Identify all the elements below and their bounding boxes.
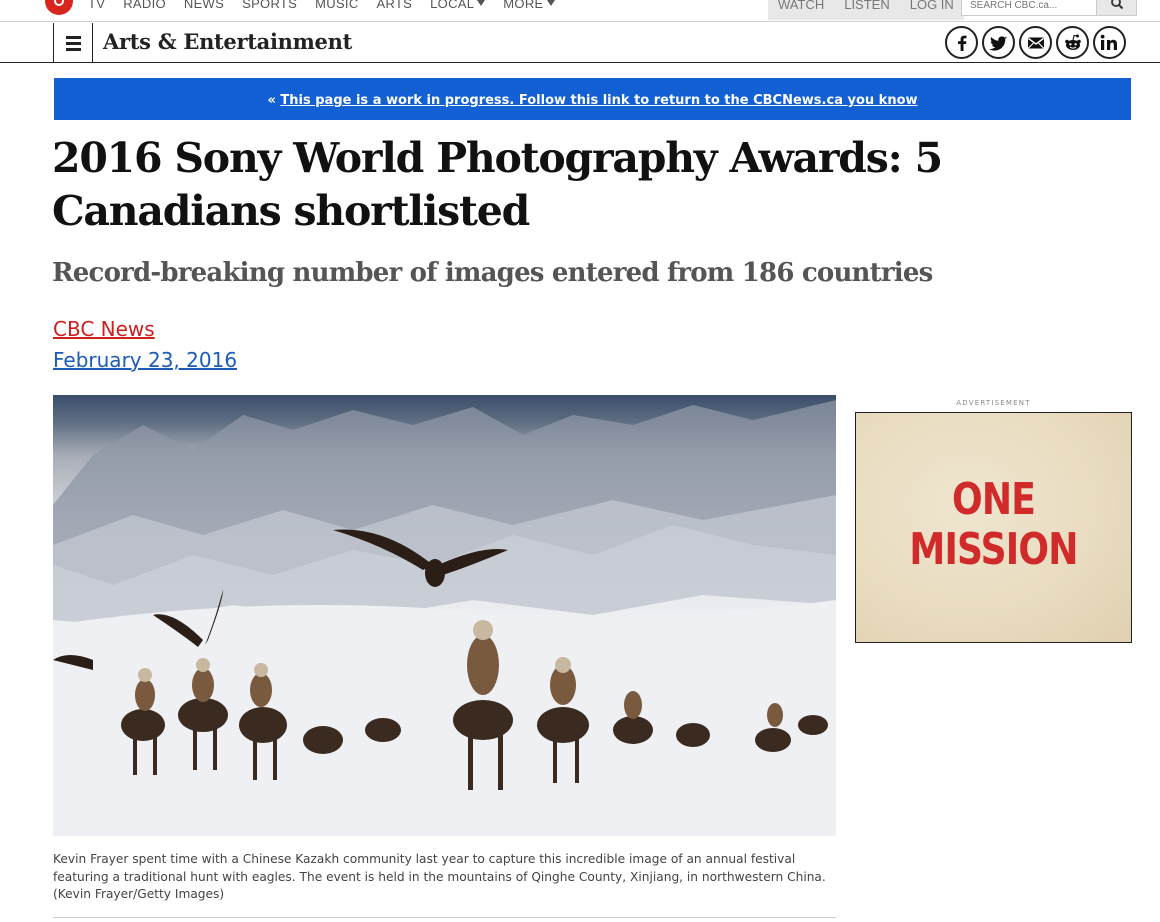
- photo-caption: Kevin Frayer spent time with a Chinese K…: [53, 852, 826, 901]
- social-share: [945, 26, 1126, 59]
- eagle-hunt-photo: [53, 400, 836, 836]
- search-input[interactable]: [962, 0, 1098, 15]
- work-in-progress-banner: « This page is a work in progress. Follo…: [54, 78, 1131, 120]
- linkedin-icon: [1100, 34, 1117, 50]
- facebook-share-button[interactable]: [945, 26, 978, 59]
- top-nav: TV RADIO NEWS SPORTS MUSIC ARTS LOCAL MO…: [0, 0, 1160, 22]
- content-divider: [53, 917, 836, 918]
- utility-nav: WATCH LISTEN LOG IN: [768, 0, 964, 20]
- nav-more[interactable]: MORE: [503, 0, 555, 11]
- chevron-down-icon: [477, 0, 486, 6]
- nav-sports[interactable]: SPORTS: [242, 0, 297, 11]
- nav-music[interactable]: MUSIC: [315, 0, 358, 11]
- menu-button[interactable]: [53, 23, 93, 63]
- ad-headline: ONE MISSION: [881, 475, 1107, 575]
- watch-link[interactable]: WATCH: [768, 0, 834, 20]
- menu-icon: [66, 42, 81, 45]
- linkedin-share-button[interactable]: [1093, 26, 1126, 59]
- article-date[interactable]: February 23, 2016: [53, 348, 237, 372]
- ad-line-one: ONE: [951, 474, 1036, 525]
- search-icon: [1111, 0, 1124, 10]
- email-icon: [1027, 37, 1044, 48]
- ad-line-two: MISSION: [909, 524, 1078, 575]
- twitter-icon: [988, 35, 1007, 51]
- nav-radio[interactable]: RADIO: [123, 0, 166, 11]
- reddit-share-button[interactable]: [1056, 26, 1089, 59]
- article-byline[interactable]: CBC News: [53, 317, 155, 341]
- lead-photo: [53, 395, 836, 836]
- article-deck: Record-breaking number of images entered…: [52, 258, 933, 288]
- section-title[interactable]: Arts & Entertainment: [103, 29, 352, 54]
- reddit-icon: [1064, 34, 1081, 50]
- nav-news[interactable]: NEWS: [184, 0, 224, 11]
- menu-icon: [66, 48, 81, 51]
- nav-arts[interactable]: ARTS: [377, 0, 413, 11]
- menu-icon: [66, 36, 81, 39]
- search-box: [961, 0, 1137, 16]
- section-bar: Arts & Entertainment: [0, 23, 1160, 63]
- listen-link[interactable]: LISTEN: [834, 0, 900, 20]
- nav-tv[interactable]: TV: [88, 0, 105, 11]
- cbc-logo-icon[interactable]: [44, 0, 74, 16]
- banner-quote: «: [267, 93, 281, 108]
- chevron-down-icon: [546, 0, 555, 6]
- nav-local-label: LOCAL: [430, 0, 475, 11]
- twitter-share-button[interactable]: [982, 26, 1015, 59]
- search-button[interactable]: [1096, 0, 1136, 15]
- email-share-button[interactable]: [1019, 26, 1052, 59]
- nav-local[interactable]: LOCAL: [430, 0, 486, 11]
- login-link[interactable]: LOG IN: [900, 0, 964, 20]
- primary-nav: TV RADIO NEWS SPORTS MUSIC ARTS LOCAL MO…: [88, 0, 573, 11]
- article-headline: 2016 Sony World Photography Awards: 5 Ca…: [52, 134, 943, 235]
- advertisement[interactable]: ONE MISSION: [855, 412, 1132, 643]
- return-to-cbcnews-link[interactable]: This page is a work in progress. Follow …: [280, 93, 917, 108]
- facebook-icon: [957, 35, 966, 51]
- nav-more-label: MORE: [503, 0, 544, 11]
- ad-label: ADVERTISEMENT: [956, 399, 1031, 407]
